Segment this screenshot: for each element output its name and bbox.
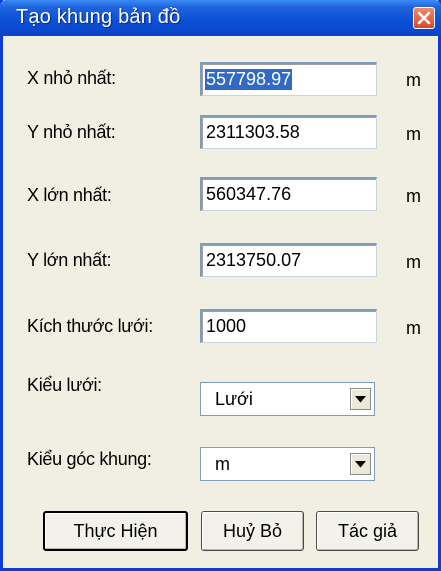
grid-size-value: 1000 xyxy=(206,316,247,336)
author-button[interactable]: Tác giả xyxy=(316,511,419,551)
y-min-label: Y nhỏ nhất: xyxy=(27,122,116,142)
grid-size-input[interactable]: 1000 xyxy=(200,309,377,343)
y-min-value: 2311303.58 xyxy=(206,122,300,142)
y-min-input[interactable]: 2311303.58 xyxy=(200,115,377,149)
window-title: Tạo khung bản đồ xyxy=(16,6,181,28)
x-min-label: X nhỏ nhất: xyxy=(27,68,116,88)
y-max-unit: m xyxy=(406,252,421,272)
corner-style-select[interactable]: m xyxy=(200,447,375,481)
execute-button[interactable]: Thực Hiện xyxy=(43,511,188,551)
grid-style-select[interactable]: Lưới xyxy=(200,382,375,416)
x-max-unit: m xyxy=(406,186,421,206)
y-max-input[interactable]: 2313750.07 xyxy=(200,243,377,277)
x-min-input[interactable]: 557798.97 xyxy=(200,62,377,96)
x-max-input[interactable]: 560347.76 xyxy=(200,177,377,211)
grid-style-label: Kiểu lưới: xyxy=(27,375,102,395)
grid-style-value: Lưới xyxy=(215,389,253,409)
chevron-down-icon xyxy=(355,396,366,403)
grid-style-dropdown-button[interactable] xyxy=(350,388,371,410)
corner-style-label: Kiểu góc khung: xyxy=(27,449,152,469)
x-min-unit: m xyxy=(406,70,421,90)
y-min-unit: m xyxy=(406,124,421,144)
close-button[interactable] xyxy=(413,7,435,29)
x-max-value: 560347.76 xyxy=(206,184,292,204)
grid-size-unit: m xyxy=(406,318,421,338)
corner-style-value: m xyxy=(215,454,230,474)
x-max-label: X lớn nhất: xyxy=(27,185,112,205)
corner-style-dropdown-button[interactable] xyxy=(350,453,371,475)
x-min-value: 557798.97 xyxy=(205,69,293,90)
dialog-window: Tạo khung bản đồ X nhỏ nhất: 557798.97 m… xyxy=(0,0,441,571)
close-icon xyxy=(417,11,431,25)
grid-size-label: Kích thước lưới: xyxy=(27,316,153,336)
y-max-value: 2313750.07 xyxy=(206,250,302,270)
y-max-label: Y lớn nhất: xyxy=(27,250,112,270)
title-bar[interactable]: Tạo khung bản đồ xyxy=(0,0,441,36)
cancel-button[interactable]: Huỷ Bỏ xyxy=(201,511,304,551)
chevron-down-icon xyxy=(355,461,366,468)
